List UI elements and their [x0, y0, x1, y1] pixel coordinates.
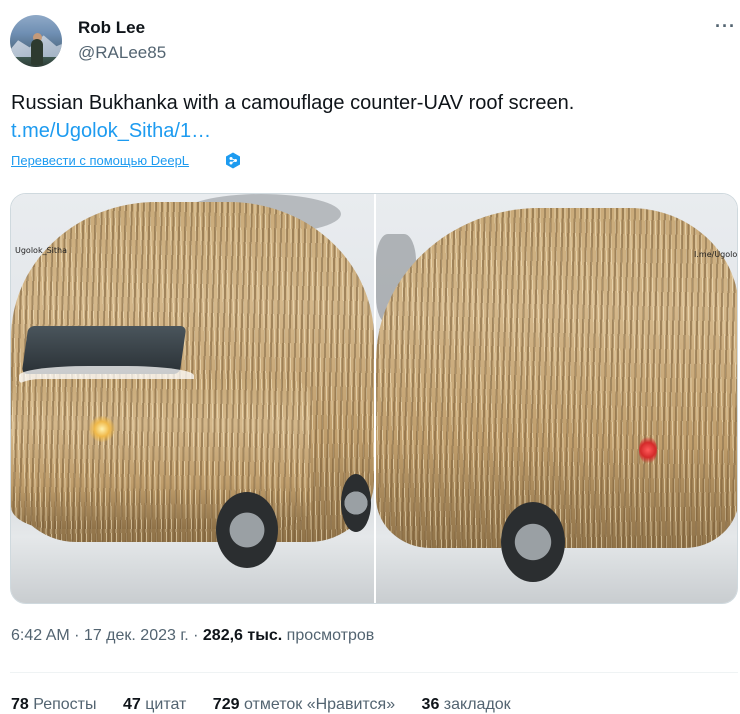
tweet-stats: 78 Репосты 47 цитат 729 отметок «Нравитс… [11, 696, 533, 714]
more-options-icon[interactable]: ··· [715, 16, 736, 37]
tweet: Rob Lee @RALee85 ··· Russian Bukhanka wi… [0, 0, 740, 714]
bookmarks-count: 36 [421, 696, 440, 713]
photo-right[interactable]: I.me/Ugolok [376, 194, 738, 603]
bookmarks-label: закладок [443, 696, 511, 713]
translate-link[interactable]: Перевести с помощью DeepL [11, 153, 189, 168]
tweet-text: Russian Bukhanka with a camouflage count… [11, 92, 575, 114]
author-handle[interactable]: @RALee85 [78, 43, 166, 63]
tweet-link[interactable]: t.me/Ugolok_Sitha/1… [11, 118, 211, 144]
views-count: 282,6 тыс. [202, 627, 283, 644]
avatar[interactable] [10, 15, 62, 67]
left-photo-watermark: Ugolok_Sitha [15, 246, 67, 255]
tweet-meta: 6:42 AM · 17 дек. 2023 г. · 282,6 тыс. п… [11, 627, 374, 645]
media-grid: Ugolok_Sitha I.me/Ugolok [10, 193, 738, 604]
photo-left[interactable]: Ugolok_Sitha [11, 194, 374, 603]
author-name[interactable]: Rob Lee [78, 18, 145, 38]
likes-count: 729 [212, 696, 240, 713]
likes-stat[interactable]: 729 отметок «Нравится» [213, 696, 395, 714]
retweets-stat[interactable]: 78 Репосты [11, 696, 97, 714]
quotes-label: цитат [145, 696, 187, 713]
bookmarks-stat[interactable]: 36 закладок [422, 696, 511, 714]
tweet-header: Rob Lee @RALee85 ··· [10, 12, 738, 72]
quotes-stat[interactable]: 47 цитат [123, 696, 186, 714]
views-label: просмотров [286, 627, 375, 644]
right-photo-watermark: I.me/Ugolok [694, 250, 738, 259]
deepl-icon [226, 152, 240, 169]
divider [10, 672, 738, 673]
timestamp[interactable]: 6:42 AM · 17 дек. 2023 г. · [11, 627, 198, 644]
likes-label: отметок «Нравится» [243, 696, 396, 713]
retweets-label: Репосты [33, 696, 97, 713]
quotes-count: 47 [122, 696, 141, 713]
retweets-count: 78 [11, 696, 29, 713]
